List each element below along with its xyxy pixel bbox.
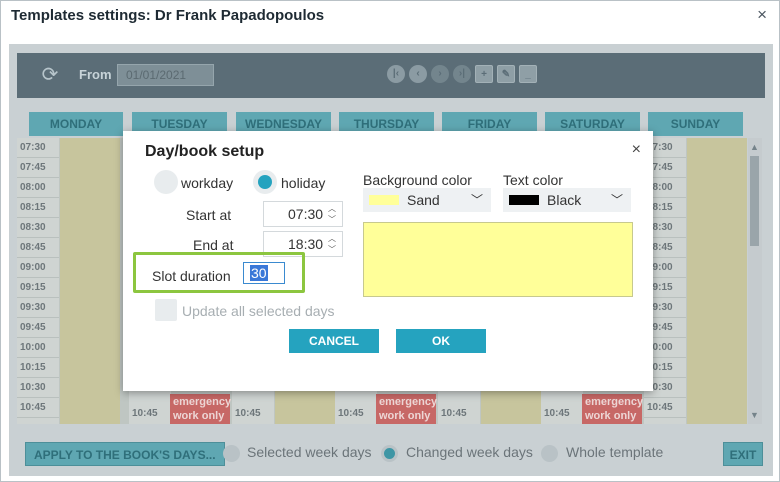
- holiday-radio[interactable]: [253, 170, 277, 194]
- background-color-value: Sand: [407, 192, 440, 208]
- time-slot: 08:00: [17, 178, 59, 198]
- last-icon[interactable]: ›|: [453, 65, 471, 83]
- slot-duration-input[interactable]: 30: [243, 262, 285, 284]
- whole-template-label: Whole template: [566, 444, 664, 460]
- time-slot: 08:45: [17, 238, 59, 258]
- spinner-arrows-icon[interactable]: ︿ ﹀: [328, 233, 338, 255]
- emergency-slot-thursday[interactable]: emergency work only: [376, 394, 438, 424]
- time-slot: 09:45: [17, 318, 59, 338]
- scroll-down-icon[interactable]: ▼: [750, 410, 759, 420]
- from-label: From: [79, 67, 112, 82]
- grid-scrollbar[interactable]: ▲ ▼: [748, 138, 762, 424]
- emergency-line2: work only: [585, 410, 637, 422]
- time-slot: 09:30: [17, 298, 59, 318]
- nav-buttons: |‹ ‹ › ›| + ✎ _: [387, 65, 537, 83]
- scroll-up-icon[interactable]: ▲: [750, 142, 759, 152]
- slot-duration-value: 30: [250, 265, 268, 281]
- time-slot: 07:30: [17, 138, 59, 158]
- first-icon[interactable]: |‹: [387, 65, 405, 83]
- chevron-down-icon: ﹀: [470, 193, 483, 207]
- emergency-line1: emergency: [585, 396, 644, 408]
- slot-time-label: 10:45: [235, 408, 261, 419]
- selected-week-days-label: Selected week days: [247, 444, 372, 460]
- background-color-label: Background color: [363, 172, 472, 188]
- emergency-slot-saturday[interactable]: emergency work only: [582, 394, 644, 424]
- time-slot: 09:15: [17, 278, 59, 298]
- add-icon[interactable]: +: [475, 65, 493, 83]
- end-at-label: End at: [193, 237, 234, 253]
- text-color-select[interactable]: Black ﹀: [503, 188, 631, 212]
- apply-to-days-button[interactable]: APPLY TO THE BOOK'S DAYS...: [25, 442, 225, 466]
- slot-time-label: 10:45: [544, 408, 570, 419]
- workday-label: workday: [181, 175, 234, 191]
- day-sunday[interactable]: SUNDAY: [648, 112, 743, 136]
- sunday-slots[interactable]: [687, 138, 747, 424]
- from-date-input[interactable]: 01/01/2021: [117, 64, 214, 86]
- time-slot: 10:00: [17, 338, 59, 358]
- changed-week-days-label: Changed week days: [406, 444, 533, 460]
- update-all-days-label: Update all selected days: [182, 303, 335, 319]
- slot-time-label: 10:45: [132, 408, 158, 419]
- slot-time-label: 10:45: [441, 408, 467, 419]
- sand-swatch: [369, 195, 399, 205]
- time-slot: 10:45: [17, 398, 59, 418]
- monday-slots[interactable]: [60, 138, 120, 424]
- dialog-title: Day/book setup: [145, 143, 265, 160]
- time-slot: 10:15: [17, 358, 59, 378]
- slot-time-label: 10:45: [338, 408, 364, 419]
- window-close-icon[interactable]: ×: [757, 5, 767, 25]
- background-color-select[interactable]: Sand ﹀: [363, 188, 491, 212]
- start-at-label: Start at: [186, 207, 232, 223]
- scheduler-toolbar: ⟳ From 01/01/2021 |‹ ‹ › ›| + ✎ _: [17, 53, 765, 98]
- selected-week-days-radio[interactable]: [223, 445, 240, 462]
- cancel-button[interactable]: CANCEL: [289, 329, 379, 353]
- bottom-bar: APPLY TO THE BOOK'S DAYS... Selected wee…: [17, 434, 765, 470]
- text-color-value: Black: [547, 192, 582, 208]
- edit-icon[interactable]: ✎: [497, 65, 515, 83]
- remove-icon[interactable]: _: [519, 65, 537, 83]
- time-slot: 10:30: [17, 378, 59, 398]
- slot-duration-label: Slot duration: [152, 268, 231, 284]
- emergency-line2: work only: [379, 410, 431, 422]
- time-slot: 08:15: [17, 198, 59, 218]
- whole-template-radio[interactable]: [541, 445, 558, 462]
- scroll-thumb[interactable]: [750, 156, 759, 246]
- time-slot: 08:30: [17, 218, 59, 238]
- holiday-label: holiday: [281, 175, 326, 191]
- next-icon[interactable]: ›: [431, 65, 449, 83]
- chevron-down-icon: ﹀: [610, 193, 623, 207]
- text-color-label: Text color: [503, 172, 563, 188]
- changed-week-days-radio[interactable]: [381, 445, 398, 462]
- emergency-line1: emergency: [379, 396, 438, 408]
- emergency-line1: emergency: [173, 396, 232, 408]
- templates-settings-window: Templates settings: Dr Frank Papadopoulo…: [0, 0, 780, 482]
- ok-button[interactable]: OK: [396, 329, 486, 353]
- exit-button[interactable]: EXIT: [723, 442, 763, 466]
- refresh-icon[interactable]: ⟳: [39, 64, 61, 86]
- start-time-value: 07:30: [288, 206, 324, 222]
- emergency-line2: work only: [173, 410, 225, 422]
- prev-icon[interactable]: ‹: [409, 65, 427, 83]
- dialog-close-icon[interactable]: ×: [632, 141, 641, 159]
- time-slot: 09:00: [17, 258, 59, 278]
- end-time-value: 18:30: [288, 236, 324, 252]
- start-time-spinner[interactable]: 07:30 ︿ ﹀: [263, 201, 343, 227]
- window-title: Templates settings: Dr Frank Papadopoulo…: [11, 7, 325, 24]
- day-monday[interactable]: MONDAY: [29, 112, 123, 136]
- update-all-days-checkbox[interactable]: [155, 299, 177, 321]
- time-slot: 07:45: [17, 158, 59, 178]
- black-swatch: [509, 195, 539, 205]
- emergency-slot-tuesday[interactable]: emergency work only: [170, 394, 232, 424]
- time-column-monday: 07:30 07:45 08:00 08:15 08:30 08:45 09:0…: [17, 138, 59, 424]
- day-book-setup-dialog: Day/book setup × workday holiday Start a…: [123, 131, 653, 391]
- workday-radio[interactable]: [154, 170, 178, 194]
- color-preview: [363, 222, 633, 297]
- time-slot: 10:45: [644, 398, 686, 418]
- spinner-arrows-icon[interactable]: ︿ ﹀: [328, 203, 338, 225]
